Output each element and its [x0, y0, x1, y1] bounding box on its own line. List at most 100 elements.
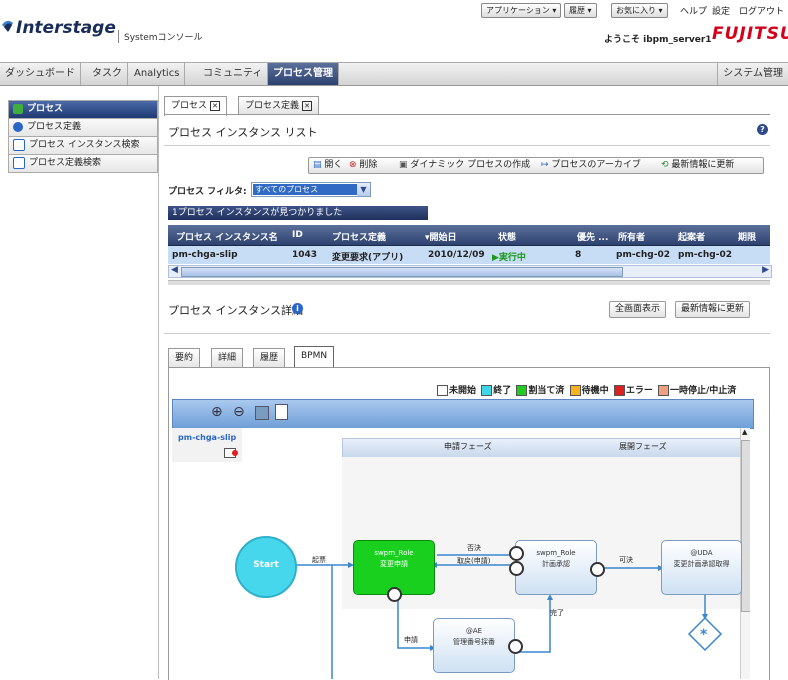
nav-analytics[interactable]: Analytics — [129, 63, 186, 85]
col-process-definition[interactable]: プロセス定義 — [332, 230, 386, 243]
instance-toolbar: ▤ 開く ⊗ 削除 ▣ ダイナミック プロセスの作成 ↦ プロセスのアーカイブ … — [308, 157, 764, 174]
task-handle[interactable] — [590, 562, 605, 577]
col-id[interactable]: ID — [292, 230, 303, 240]
archive-process-button[interactable]: ↦ プロセスのアーカイブ — [541, 158, 641, 173]
favorites-menu-button[interactable]: お気に入り ▾ — [611, 3, 668, 18]
legend-not-started: 未開始 — [437, 385, 476, 396]
horizontal-scrollbar[interactable]: ◀ ▶ — [168, 265, 772, 278]
col-instance-name[interactable]: プロセス インスタンス名 — [176, 230, 278, 243]
tab-process[interactable]: プロセス ✕ — [164, 96, 228, 116]
status-legend: 未開始 終了 割当て済 待機中 エラー 一時停止/中止済 — [437, 383, 738, 396]
nav-tasks[interactable]: タスク — [87, 63, 128, 85]
close-icon[interactable]: ✕ — [302, 101, 313, 111]
task-handle[interactable] — [387, 587, 402, 602]
edge-label-apply: 申請 — [404, 636, 418, 644]
archive-icon: ↦ — [541, 160, 549, 170]
help-link[interactable]: ヘルプ — [680, 4, 707, 17]
status-badge: ▶実行中 — [492, 253, 526, 263]
open-button[interactable]: ▤ 開く — [313, 158, 342, 173]
process-filter-select[interactable]: すべてのプロセス ▼ — [251, 182, 371, 197]
scroll-up-icon[interactable]: ▲ — [742, 428, 747, 436]
task-plan-approval[interactable]: swpm_Role 計画承認 — [515, 540, 597, 595]
refresh-icon: ⟲ — [661, 160, 669, 170]
svg-text:*: * — [700, 627, 708, 643]
task-handle[interactable] — [509, 546, 524, 561]
legend-error: エラー — [613, 385, 653, 396]
app-logo: Interstage — [16, 18, 116, 38]
open-icon: ▤ — [313, 160, 322, 170]
app-subtitle: Systemコンソール — [118, 30, 203, 43]
tab-history[interactable]: 履歴 — [253, 348, 286, 367]
col-status[interactable]: 状態 — [498, 230, 516, 243]
task-assign-number[interactable]: @AE 管理番号採番 — [433, 618, 515, 673]
help-icon[interactable]: ? — [757, 124, 768, 135]
delete-icon: ⊗ — [349, 160, 357, 170]
applications-menu-button[interactable]: アプリケーション ▾ — [481, 3, 562, 18]
detail-refresh-button[interactable]: 最新情報に更新 — [675, 301, 751, 318]
nav-system-management[interactable]: システム管理 — [717, 63, 788, 85]
tab-process-definition[interactable]: プロセス定義 ✕ — [238, 96, 320, 115]
bpmn-toolbar: ⊕ ⊖ — [172, 399, 754, 429]
edge-label-withdraw: 取戻(申請) — [457, 557, 491, 565]
nav-process-management[interactable]: プロセス管理 — [268, 63, 339, 85]
task-handle[interactable] — [508, 639, 523, 654]
process-icon — [13, 103, 23, 114]
task-get-approval[interactable]: @UDA 変更計画承認取得 — [661, 540, 742, 595]
refresh-button[interactable]: ⟲ 最新情報に更新 — [661, 158, 734, 173]
info-icon[interactable]: i — [292, 303, 303, 314]
sidebar-item-process[interactable]: プロセス — [8, 100, 158, 119]
splitter[interactable] — [168, 280, 770, 285]
tab-summary[interactable]: 要約 — [168, 348, 201, 367]
scroll-thumb[interactable] — [181, 267, 623, 277]
close-icon[interactable]: ✕ — [210, 101, 221, 111]
col-due[interactable]: 期限 — [738, 230, 756, 243]
bpmn-canvas: pm-chga-slip 申請フェーズ 展開フェーズ ▲ * Start 起票 … — [172, 428, 750, 679]
scroll-right-icon[interactable]: ▶ — [762, 265, 769, 275]
scroll-thumb[interactable] — [741, 440, 750, 612]
col-priority[interactable]: 優先 ... — [577, 230, 608, 243]
welcome-text: ようこそ ibpm_server1 — [604, 35, 712, 45]
edge-label-complete: 完了 — [550, 609, 564, 617]
fit-icon[interactable] — [255, 406, 269, 420]
create-dynamic-process-button[interactable]: ▣ ダイナミック プロセスの作成 — [399, 158, 530, 173]
fullscreen-button[interactable]: 全画面表示 — [609, 301, 667, 318]
detail-title: プロセス インスタンス詳細 — [168, 304, 304, 317]
edge-label-reject: 否決 — [467, 544, 481, 552]
legend-completed: 終了 — [481, 385, 511, 396]
search-icon — [13, 156, 25, 169]
tab-bpmn[interactable]: BPMN — [294, 346, 335, 367]
sidebar-item-instance-search[interactable]: プロセス インスタンス検索 — [8, 137, 158, 155]
zoom-out-icon[interactable]: ⊖ — [233, 404, 245, 420]
nav-dashboard[interactable]: ダッシュボード — [0, 63, 81, 85]
table-row[interactable]: pm-chga-slip 1043 変更要求(アプリ) 2010/12/09 ▶… — [168, 246, 770, 264]
tab-underline — [164, 114, 770, 115]
delete-button[interactable]: ⊗ 削除 — [349, 158, 377, 173]
history-menu-button[interactable]: 履歴 ▾ — [564, 3, 597, 18]
legend-waiting: 待機中 — [569, 385, 609, 396]
settings-link[interactable]: 設定 — [712, 4, 730, 17]
fujitsu-logo: FUJITSU — [712, 24, 788, 44]
sidebar: プロセス プロセス定義 プロセス インスタンス検索 プロセス定義検索 — [8, 100, 158, 173]
col-initiator[interactable]: 起案者 — [678, 230, 705, 243]
start-event[interactable]: Start — [235, 536, 297, 598]
divider — [164, 333, 770, 334]
filter-label: プロセス フィルタ: — [168, 187, 247, 197]
sidebar-item-process-definition[interactable]: プロセス定義 — [8, 119, 158, 137]
chevron-down-icon[interactable]: ▼ — [357, 183, 370, 196]
app-header: アプリケーション ▾ 履歴 ▾ お気に入り ▾ ヘルプ 設定 ログアウト Int… — [0, 0, 788, 60]
print-icon[interactable] — [275, 404, 288, 420]
zoom-in-icon[interactable]: ⊕ — [211, 404, 223, 420]
logout-link[interactable]: ログアウト — [739, 4, 784, 17]
grid-header: プロセス インスタンス名 ID プロセス定義 ▾開始日 状態 優先 ... 所有… — [168, 225, 770, 246]
tab-details[interactable]: 詳細 — [211, 348, 244, 367]
create-icon: ▣ — [399, 160, 408, 170]
legend-suspended: 一時停止/中止済 — [658, 385, 736, 396]
sidebar-item-definition-search[interactable]: プロセス定義検索 — [8, 155, 158, 173]
col-owner[interactable]: 所有者 — [618, 230, 645, 243]
nav-community[interactable]: コミュニティ — [198, 63, 269, 85]
process-definition-icon — [13, 121, 23, 132]
task-handle[interactable] — [509, 561, 524, 576]
col-start-date[interactable]: ▾開始日 — [425, 230, 457, 243]
scroll-left-icon[interactable]: ◀ — [171, 265, 178, 275]
main-nav: ダッシュボード タスク Analytics コミュニティ プロセス管理 システム… — [0, 62, 788, 86]
